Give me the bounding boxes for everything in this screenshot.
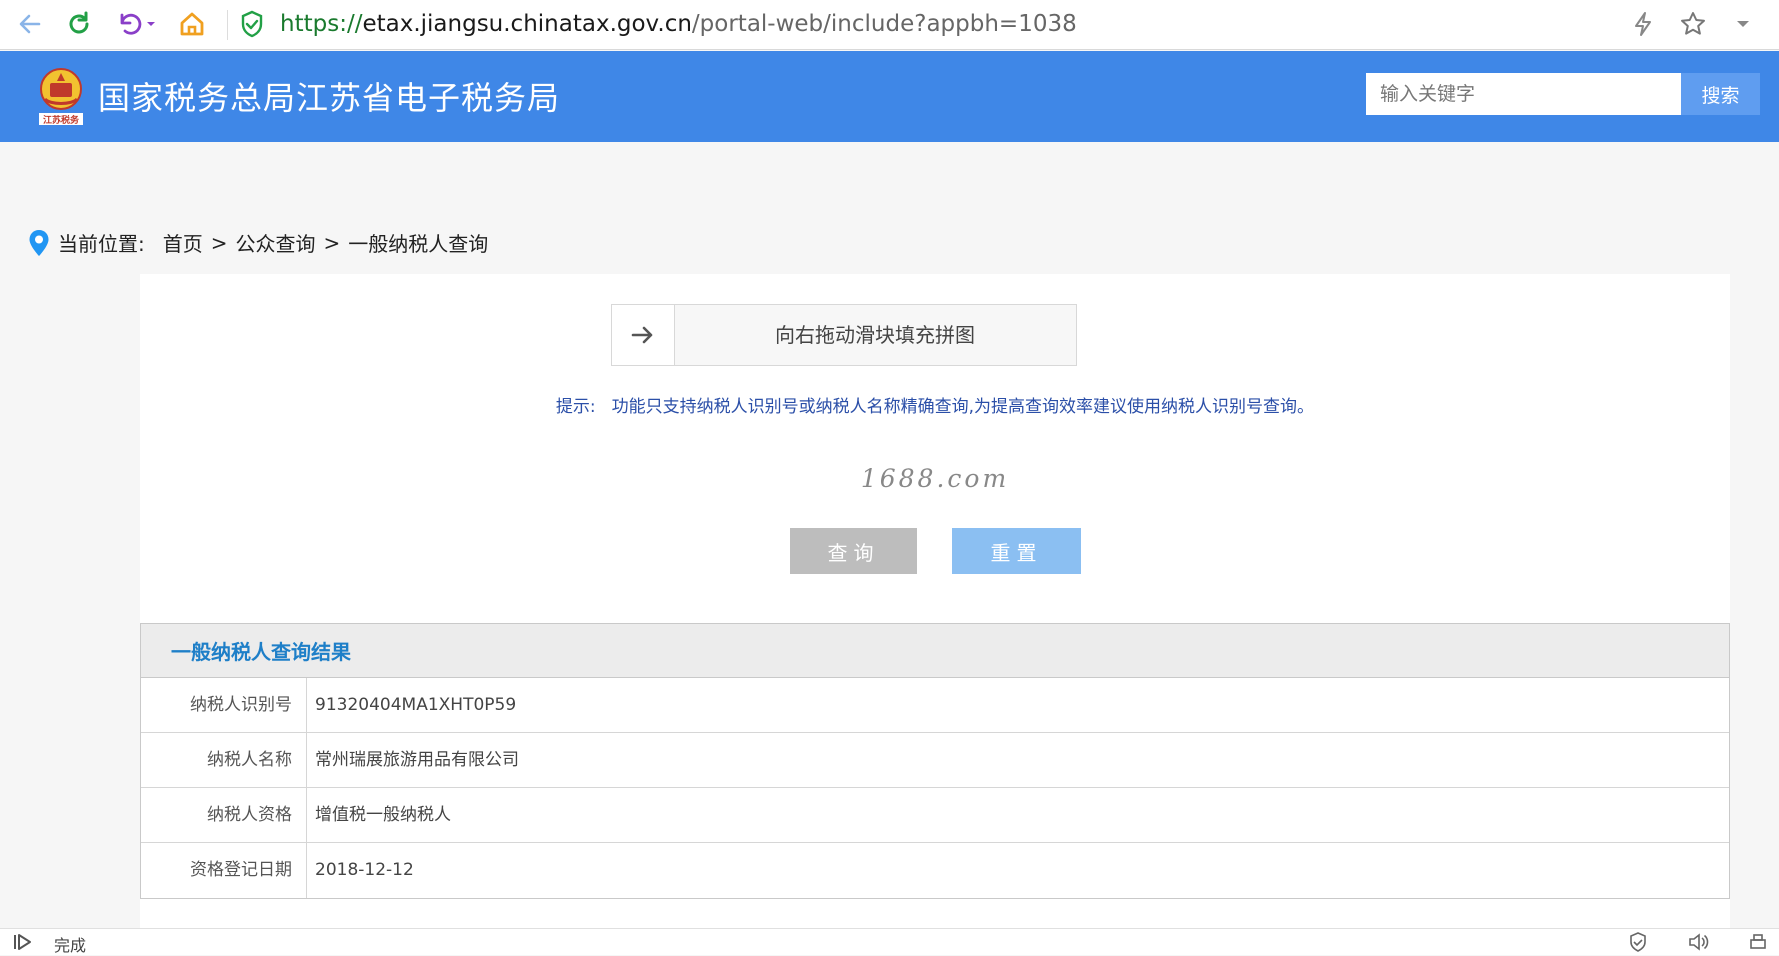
- play-icon[interactable]: [12, 932, 34, 952]
- breadcrumb-item-public-query[interactable]: 公众查询: [236, 228, 316, 257]
- lightning-icon[interactable]: [1627, 8, 1659, 40]
- row-value: 91320404MA1XHT0P59: [315, 695, 517, 715]
- row-label: 纳税人名称: [141, 733, 307, 787]
- dropdown-icon[interactable]: [1727, 8, 1759, 40]
- status-icons: [1627, 932, 1769, 952]
- breadcrumb-label: 当前位置:: [58, 232, 145, 256]
- reset-button[interactable]: 重置: [952, 528, 1081, 574]
- row-value: 增值税一般纳税人: [315, 805, 451, 825]
- breadcrumb-separator: >: [323, 230, 341, 255]
- status-text: 完成: [54, 936, 87, 955]
- breadcrumb: 当前位置: 首页 > 公众查询 > 一般纳税人查询: [28, 228, 488, 257]
- search-input[interactable]: [1366, 73, 1681, 115]
- breadcrumb-item-current: 一般纳税人查询: [348, 232, 489, 256]
- table-row: 资格登记日期 2018-12-12: [141, 843, 1729, 898]
- row-label: 纳税人识别号: [141, 678, 307, 732]
- breadcrumb-separator: >: [210, 230, 228, 255]
- toolbar-right: [1627, 8, 1759, 40]
- home-icon[interactable]: [176, 8, 208, 40]
- volume-icon[interactable]: [1687, 932, 1709, 952]
- watermark: 1688.com: [860, 464, 1010, 493]
- slider-handle[interactable]: [612, 305, 675, 365]
- table-row: 纳税人名称 常州瑞展旅游用品有限公司: [141, 733, 1729, 788]
- hint-message: 功能只支持纳税人识别号或纳税人名称精确查询,为提高查询效率建议使用纳税人识别号查…: [611, 397, 1315, 417]
- row-value: 2018-12-12: [315, 860, 414, 880]
- query-button[interactable]: 查询: [790, 528, 917, 574]
- emblem-caption: 江苏税务: [42, 116, 79, 126]
- result-header: 一般纳税人查询结果: [141, 624, 1729, 678]
- captcha-slider[interactable]: 向右拖动滑块填充拼图: [611, 304, 1077, 366]
- refresh-icon[interactable]: [63, 8, 95, 40]
- print-icon[interactable]: [1747, 932, 1769, 952]
- url-host: etax.jiangsu.chinatax.gov.cn: [362, 11, 692, 37]
- status-bar: 完成: [0, 928, 1779, 955]
- location-pin-icon: [28, 229, 52, 257]
- row-label: 纳税人资格: [141, 788, 307, 842]
- url-text[interactable]: https://etax.jiangsu.chinatax.gov.cn/por…: [280, 11, 1077, 37]
- undo-icon[interactable]: [112, 8, 160, 40]
- hint-label: 提示:: [555, 397, 596, 417]
- site-header: 江苏税务 国家税务总局江苏省电子税务局 搜索: [0, 51, 1779, 142]
- table-row: 纳税人资格 增值税一般纳税人: [141, 788, 1729, 843]
- secure-shield-icon: [240, 10, 264, 38]
- slider-instruction: 向右拖动滑块填充拼图: [775, 323, 975, 347]
- url-path: /portal-web/include?appbh=1038: [691, 11, 1077, 37]
- browser-toolbar: https://etax.jiangsu.chinatax.gov.cn/por…: [0, 0, 1779, 50]
- toolbar-divider: [227, 10, 228, 40]
- back-icon[interactable]: [14, 8, 46, 40]
- table-row: 纳税人识别号 91320404MA1XHT0P59: [141, 678, 1729, 733]
- row-value: 常州瑞展旅游用品有限公司: [315, 750, 519, 770]
- result-title: 一般纳税人查询结果: [171, 640, 351, 664]
- tax-emblem-icon: 江苏税务: [36, 63, 86, 129]
- row-label: 资格登记日期: [141, 843, 307, 898]
- address-bar[interactable]: https://etax.jiangsu.chinatax.gov.cn/por…: [232, 6, 1632, 42]
- breadcrumb-item-home[interactable]: 首页: [163, 228, 203, 257]
- shield-check-icon[interactable]: [1627, 932, 1649, 952]
- star-icon[interactable]: [1677, 8, 1709, 40]
- url-scheme: https://: [280, 11, 363, 37]
- arrow-right-icon: [631, 325, 655, 345]
- site-title: 国家税务总局江苏省电子税务局: [98, 79, 561, 117]
- result-table: 一般纳税人查询结果 纳税人识别号 91320404MA1XHT0P59 纳税人名…: [140, 623, 1730, 899]
- hint-text: 提示: 功能只支持纳税人识别号或纳税人名称精确查询,为提高查询效率建议使用纳税人识…: [140, 392, 1730, 417]
- search-button[interactable]: 搜索: [1681, 73, 1760, 115]
- main-panel: 向右拖动滑块填充拼图 提示: 功能只支持纳税人识别号或纳税人名称精确查询,为提高查…: [140, 274, 1730, 929]
